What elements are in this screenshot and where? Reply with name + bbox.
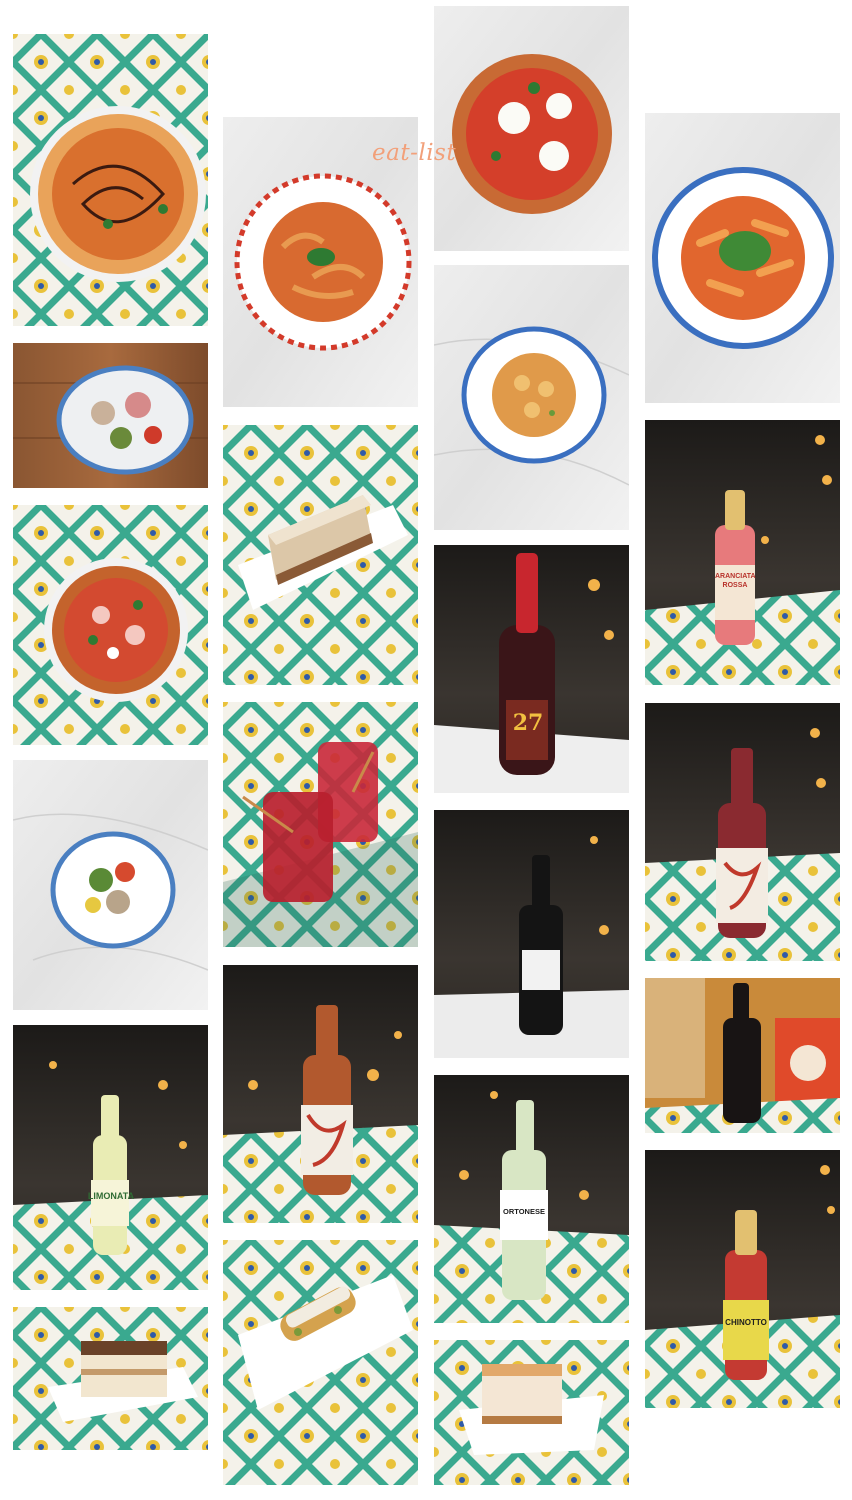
photo-tile-pizza-balsamic[interactable] [13,34,208,326]
bottle-icon [13,1025,208,1290]
glass-icon [223,702,418,947]
photo-tile-aranciata-rossa[interactable]: ARANCIATA ROSSA [645,420,840,685]
bottle-label: LIMONATA [87,1191,135,1201]
eat-list-watermark: eat-list [372,140,457,166]
photo-tile-sparkling-27[interactable]: 27 [434,545,629,793]
dessert-icon [434,1340,629,1485]
photo-tile-antipasto-wood[interactable] [13,343,208,488]
photo-tile-gnocchi[interactable] [434,265,629,530]
photo-tile-pizza-burrata[interactable] [434,6,629,251]
bottle-icon [645,1150,840,1408]
dessert-icon [223,1240,418,1485]
bottle-icon [223,965,418,1223]
photo-tile-pizza-prosciutto[interactable] [13,505,208,745]
photo-tile-cheesecake[interactable] [434,1340,629,1485]
photo-tile-cake-slice[interactable] [223,425,418,685]
bottle-label: ARANCIATA ROSSA [715,573,756,589]
dessert-icon [223,425,418,685]
pizza-icon [434,6,629,251]
pizza-icon [13,505,208,745]
bottle-icon [434,545,629,793]
photo-tile-tiramisu[interactable] [13,1307,208,1450]
plate-icon [13,760,208,1010]
photo-tile-red-juices[interactable] [223,702,418,947]
bottle-icon [645,420,840,685]
photo-tile-ortonese-dark[interactable] [645,978,840,1133]
plate-icon [13,343,208,488]
bottle-icon [434,810,629,1058]
bottle-label: CHINOTTO [725,1318,767,1327]
pizza-icon [13,34,208,326]
pasta-icon [434,265,629,530]
photo-tile-salad-marble[interactable] [13,760,208,1010]
photo-tile-limonata-bottle[interactable]: LIMONATA [13,1025,208,1290]
photo-tile-chinotto-bottle[interactable]: CHINOTTO [645,1150,840,1408]
photo-tile-red-wine-bottle[interactable] [434,810,629,1058]
pasta-icon [645,113,840,403]
photo-tile-beer-bottle[interactable] [645,703,840,961]
bottle-label: 27 [512,710,544,736]
photo-tile-ortonese-white[interactable]: ORTONESE [434,1075,629,1323]
dessert-icon [13,1307,208,1450]
bottle-icon [645,978,840,1133]
photo-tile-craft-soda-bottle[interactable] [223,965,418,1223]
photo-tile-cannolo[interactable] [223,1240,418,1485]
photo-tile-penne-arrabbiata[interactable] [645,113,840,403]
bottle-icon [645,703,840,961]
bottle-icon [434,1075,629,1323]
bottle-label: ORTONESE [503,1207,545,1216]
